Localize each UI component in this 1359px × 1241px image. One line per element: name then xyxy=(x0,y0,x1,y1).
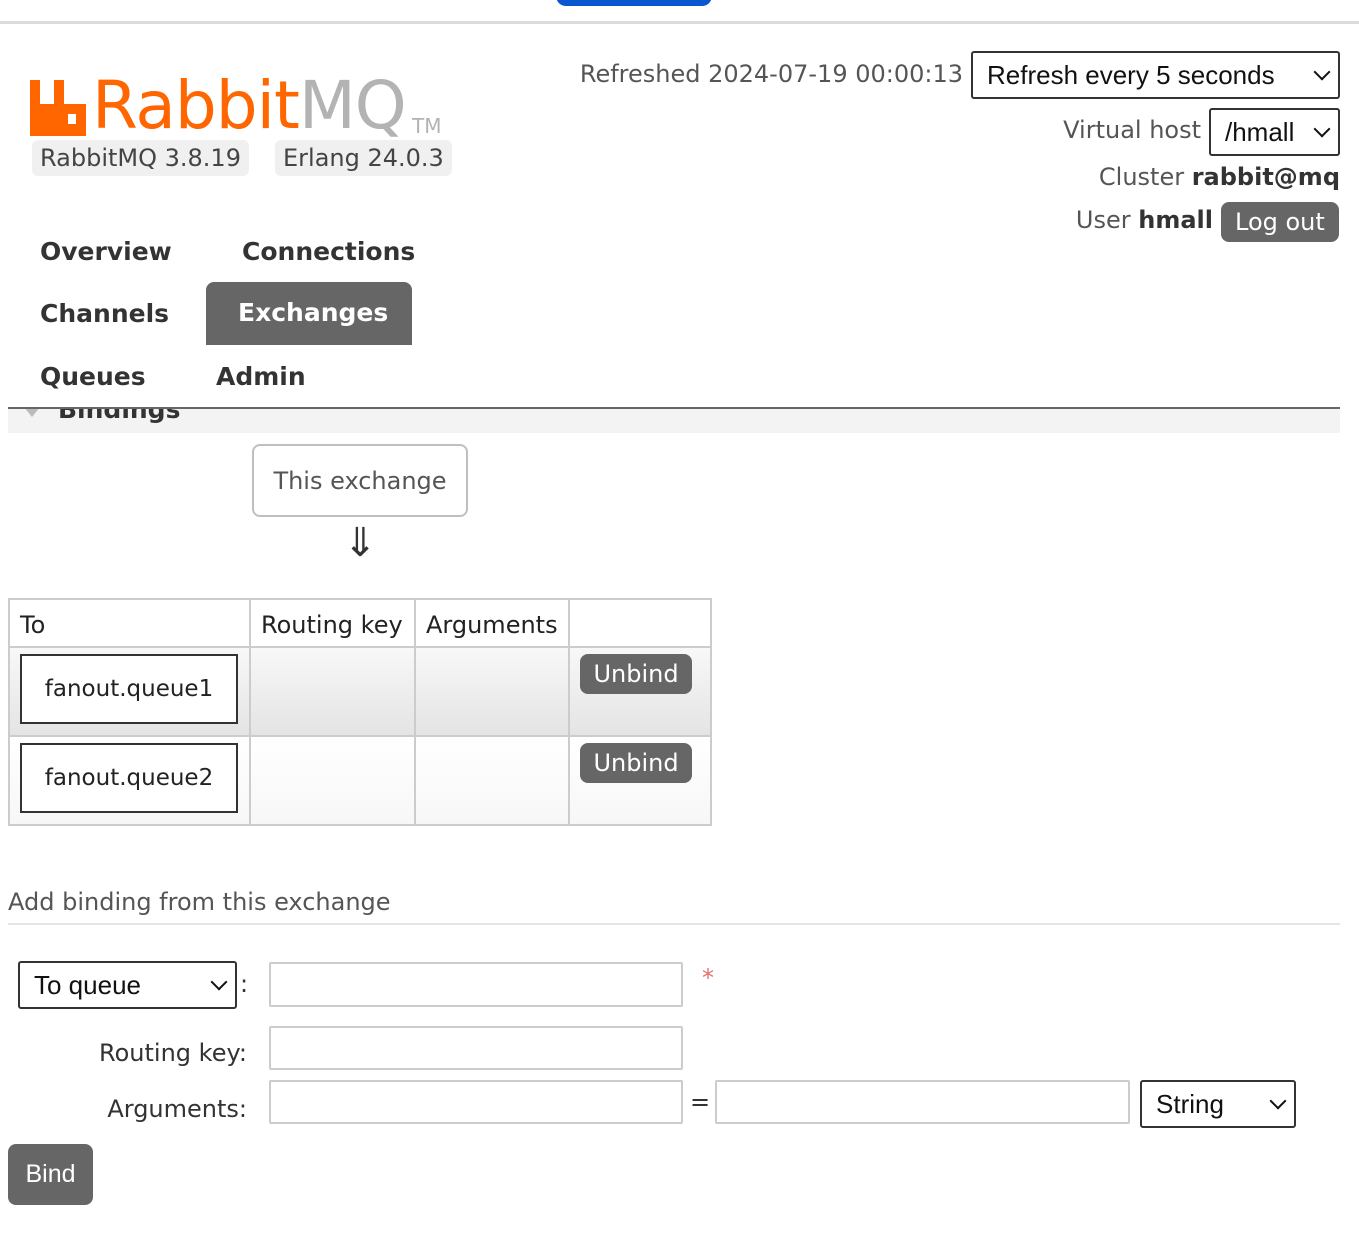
bindings-section-title: Bindings xyxy=(58,409,181,424)
user-info: User hmall xyxy=(1076,206,1213,234)
binding-destination-cell: fanout.queue1 xyxy=(8,646,251,737)
cluster-name: rabbit@mq xyxy=(1191,163,1340,191)
user-label: User xyxy=(1075,206,1131,234)
tab-connections[interactable]: Connections xyxy=(210,221,447,283)
destination-type-select[interactable]: To queue xyxy=(18,961,237,1009)
chevron-down-icon xyxy=(1269,1092,1287,1110)
user-name: hmall xyxy=(1138,206,1213,234)
chevron-down-icon xyxy=(1313,63,1331,81)
unbind-button[interactable]: Unbind xyxy=(580,743,692,783)
binding-action-cell: Unbind xyxy=(568,735,712,826)
chevron-down-icon xyxy=(1313,120,1331,138)
cluster-label: Cluster xyxy=(1098,163,1185,191)
binding-routing-key-cell xyxy=(249,646,416,737)
argument-type-select[interactable]: String xyxy=(1140,1080,1296,1128)
logo-trademark: TM xyxy=(412,114,442,138)
top-progress-pill xyxy=(556,0,712,6)
bind-button[interactable]: Bind xyxy=(8,1144,93,1205)
binding-routing-key-cell xyxy=(249,735,416,826)
tab-admin[interactable]: Admin xyxy=(184,346,338,408)
routing-key-input[interactable] xyxy=(269,1026,683,1070)
refresh-interval-select[interactable]: Refresh every 5 seconds xyxy=(971,51,1340,99)
argument-value-input[interactable] xyxy=(715,1080,1130,1124)
destination-type-value: To queue xyxy=(34,969,141,1000)
virtual-host-label: Virtual host xyxy=(1063,116,1201,144)
destination-input[interactable] xyxy=(269,962,683,1007)
bindings-table: To Routing key Arguments fanout.queue1 U… xyxy=(8,598,712,826)
equals-sign: = xyxy=(690,1088,711,1116)
argument-type-value: String xyxy=(1156,1088,1224,1119)
unbind-button[interactable]: Unbind xyxy=(580,654,692,694)
erlang-version-badge: Erlang 24.0.3 xyxy=(275,140,452,176)
binding-arguments-cell xyxy=(414,646,570,737)
virtual-host-value: /hmall xyxy=(1225,116,1295,147)
tab-overview[interactable]: Overview xyxy=(8,221,204,283)
cluster-info: Cluster rabbit@mq xyxy=(1099,163,1340,191)
arrow-down-icon: ⇓ xyxy=(343,520,377,566)
table-row: fanout.queue2 Unbind xyxy=(8,735,712,826)
binding-arguments-cell xyxy=(414,735,570,826)
column-header-actions xyxy=(568,598,712,648)
collapse-triangle-icon xyxy=(24,409,40,417)
column-header-arguments: Arguments xyxy=(414,598,570,648)
rabbitmq-logo[interactable]: RabbitMQ TM xyxy=(30,67,450,144)
tab-queues[interactable]: Queues xyxy=(8,346,178,408)
rabbitmq-version-badge: RabbitMQ 3.8.19 xyxy=(32,140,249,176)
destination-colon: : xyxy=(240,970,249,998)
queue-link[interactable]: fanout.queue1 xyxy=(20,654,238,724)
add-binding-title: Add binding from this exchange xyxy=(8,888,391,916)
logout-button[interactable]: Log out xyxy=(1221,202,1339,242)
tab-channels[interactable]: Channels xyxy=(8,283,201,345)
this-exchange-box: This exchange xyxy=(252,444,468,517)
column-header-routing-key: Routing key xyxy=(249,598,416,648)
bindings-section-header[interactable]: Bindings xyxy=(8,409,1340,433)
refreshed-timestamp: Refreshed 2024-07-19 00:00:13 xyxy=(579,60,963,88)
table-row: fanout.queue1 Unbind xyxy=(8,646,712,737)
arguments-label: Arguments: xyxy=(107,1095,247,1123)
virtual-host-select[interactable]: /hmall xyxy=(1209,108,1340,156)
binding-destination-cell: fanout.queue2 xyxy=(8,735,251,826)
routing-key-label: Routing key: xyxy=(99,1039,247,1067)
required-asterisk: * xyxy=(702,964,714,992)
column-header-to: To xyxy=(8,598,251,648)
logo-wordmark: RabbitMQ xyxy=(92,67,407,144)
add-binding-divider xyxy=(8,923,1340,925)
queue-link[interactable]: fanout.queue2 xyxy=(20,743,238,813)
tab-exchanges[interactable]: Exchanges xyxy=(206,282,412,345)
chevron-down-icon xyxy=(210,973,228,991)
refresh-interval-value: Refresh every 5 seconds xyxy=(987,59,1275,90)
rabbit-logo-icon xyxy=(30,80,86,136)
binding-action-cell: Unbind xyxy=(568,646,712,737)
argument-key-input[interactable] xyxy=(269,1080,683,1124)
